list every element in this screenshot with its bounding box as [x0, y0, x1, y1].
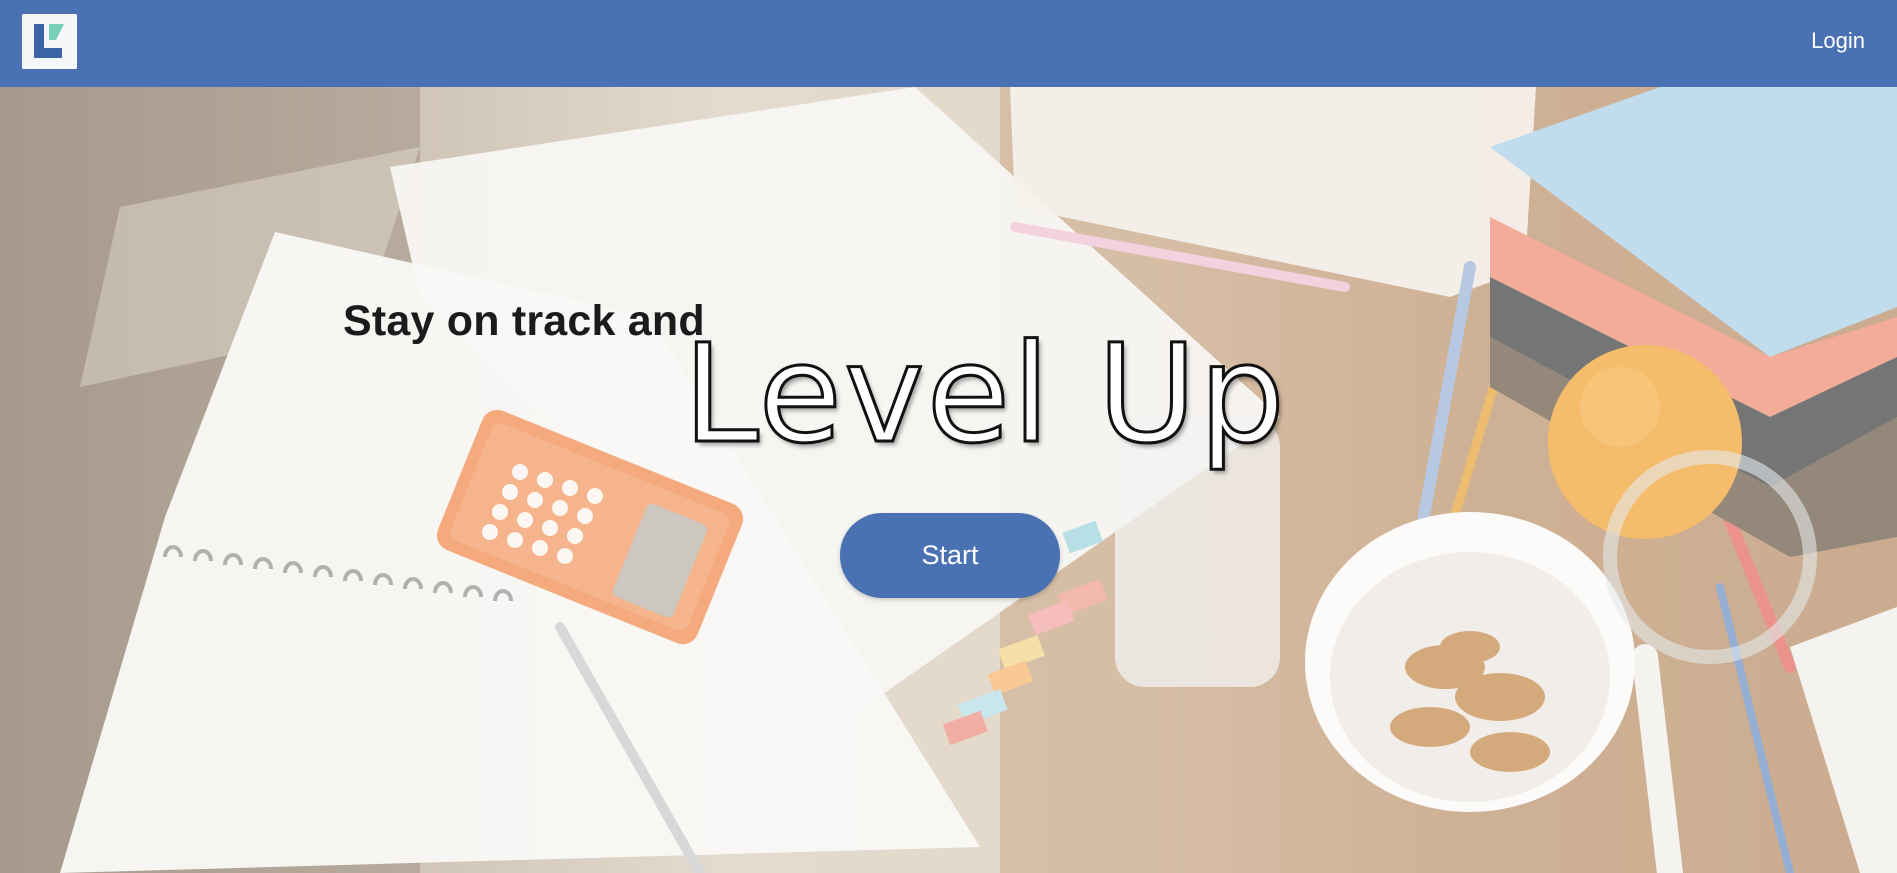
level-up-logo-icon — [22, 14, 77, 69]
top-navbar: Login — [0, 0, 1897, 87]
hero-headline: Level Up — [681, 316, 1288, 474]
hero-overlay — [0, 87, 1897, 873]
login-link[interactable]: Login — [1811, 28, 1865, 54]
start-button[interactable]: Start — [840, 513, 1060, 598]
hero-section: Stay on track and Level Up Start — [0, 87, 1897, 873]
app-logo[interactable] — [22, 14, 77, 69]
hero-tagline: Stay on track and — [343, 297, 705, 345]
